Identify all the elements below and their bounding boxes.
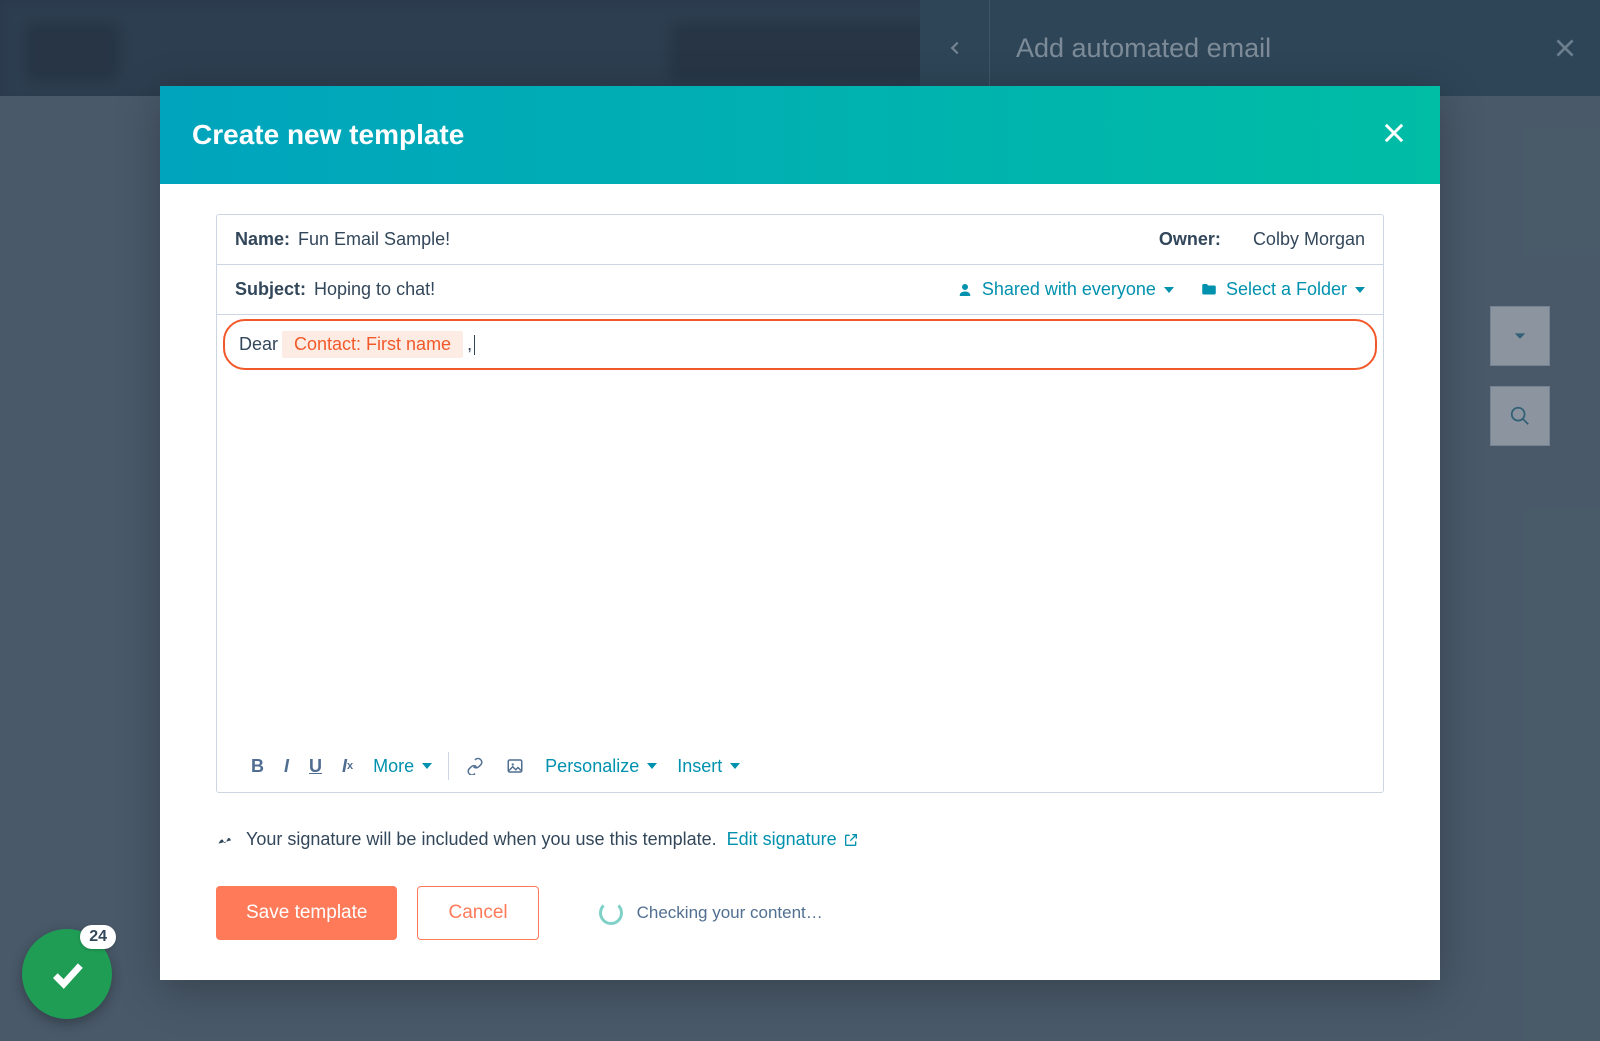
body-text-prefix: Dear	[239, 334, 278, 355]
folder-icon	[1200, 281, 1218, 299]
caret-down-icon	[1355, 287, 1365, 293]
bold-button[interactable]: B	[251, 756, 264, 777]
personalize-label: Personalize	[545, 756, 639, 777]
editor-toolbar: B I U Ix More	[217, 740, 1383, 792]
personalize-dropdown[interactable]: Personalize	[545, 756, 657, 777]
close-icon	[1552, 35, 1578, 61]
caret-down-icon	[1164, 287, 1174, 293]
template-form: Name: Fun Email Sample! Owner: Colby Mor…	[216, 214, 1384, 793]
text-cursor	[474, 335, 475, 355]
signature-note: Your signature will be included when you…	[216, 827, 1384, 852]
close-icon	[1380, 119, 1408, 147]
blurred-back-button	[25, 22, 120, 82]
owner-label: Owner:	[1159, 229, 1221, 250]
secondary-back-button[interactable]	[920, 0, 990, 96]
modal-body: Name: Fun Email Sample! Owner: Colby Mor…	[160, 184, 1440, 980]
link-icon	[466, 757, 484, 775]
underline-button[interactable]: U	[309, 756, 322, 777]
folder-label: Select a Folder	[1226, 279, 1347, 300]
cancel-button[interactable]: Cancel	[417, 886, 538, 940]
caret-down-icon	[730, 763, 740, 769]
image-button[interactable]	[505, 756, 525, 776]
signature-icon	[216, 827, 236, 852]
owner-value[interactable]: Colby Morgan	[1253, 229, 1365, 250]
create-template-modal: Create new template Name: Fun Email Samp…	[160, 86, 1440, 980]
personalization-token[interactable]: Contact: First name	[282, 331, 463, 358]
insert-dropdown[interactable]: Insert	[677, 756, 740, 777]
save-template-button[interactable]: Save template	[216, 886, 397, 940]
secondary-panel-header: Add automated email	[920, 0, 1600, 96]
more-label: More	[373, 756, 414, 777]
image-icon	[506, 757, 524, 775]
completion-badge[interactable]: 24	[22, 929, 112, 1019]
edit-signature-label: Edit signature	[727, 829, 837, 850]
clear-formatting-button[interactable]: Ix	[342, 756, 353, 777]
chevron-left-icon	[944, 37, 966, 59]
insert-label: Insert	[677, 756, 722, 777]
badge-count: 24	[80, 925, 116, 949]
modal-header: Create new template	[160, 86, 1440, 184]
modal-close-button[interactable]	[1380, 119, 1408, 152]
subject-input[interactable]: Hoping to chat!	[314, 279, 956, 300]
body-text-suffix: ,	[467, 334, 472, 355]
caret-down-icon	[647, 763, 657, 769]
link-button[interactable]	[465, 756, 485, 776]
italic-button[interactable]: I	[284, 756, 289, 777]
share-dropdown[interactable]: Shared with everyone	[956, 279, 1174, 300]
spinner-icon	[599, 901, 623, 925]
background-search-icon	[1490, 386, 1550, 446]
editor-row: Dear Contact: First name ,	[217, 315, 1383, 370]
external-link-icon	[843, 832, 859, 848]
blurred-title	[670, 22, 935, 82]
share-label: Shared with everyone	[982, 279, 1156, 300]
subject-label: Subject:	[235, 279, 306, 300]
name-label: Name:	[235, 229, 290, 250]
more-dropdown[interactable]: More	[373, 756, 432, 777]
content-check-status: Checking your content…	[599, 901, 823, 925]
edit-signature-link[interactable]: Edit signature	[727, 829, 859, 850]
caret-down-icon	[422, 763, 432, 769]
folder-dropdown[interactable]: Select a Folder	[1200, 279, 1365, 300]
check-icon	[47, 954, 87, 994]
subject-row: Subject: Hoping to chat! Shared with eve…	[217, 265, 1383, 315]
person-icon	[956, 281, 974, 299]
name-owner-row: Name: Fun Email Sample! Owner: Colby Mor…	[217, 215, 1383, 265]
name-input[interactable]: Fun Email Sample!	[298, 229, 1159, 250]
email-body-editor[interactable]: Dear Contact: First name ,	[223, 319, 1377, 370]
background-dropdown	[1490, 306, 1550, 366]
owner-group: Owner: Colby Morgan	[1159, 229, 1365, 250]
secondary-close-button[interactable]	[1530, 35, 1600, 61]
checking-text: Checking your content…	[637, 903, 823, 923]
modal-title: Create new template	[192, 119, 464, 151]
signature-text: Your signature will be included when you…	[246, 829, 717, 850]
editor-empty-area[interactable]	[217, 370, 1383, 740]
modal-footer: Save template Cancel Checking your conte…	[216, 886, 1384, 940]
secondary-panel-title: Add automated email	[990, 33, 1530, 64]
